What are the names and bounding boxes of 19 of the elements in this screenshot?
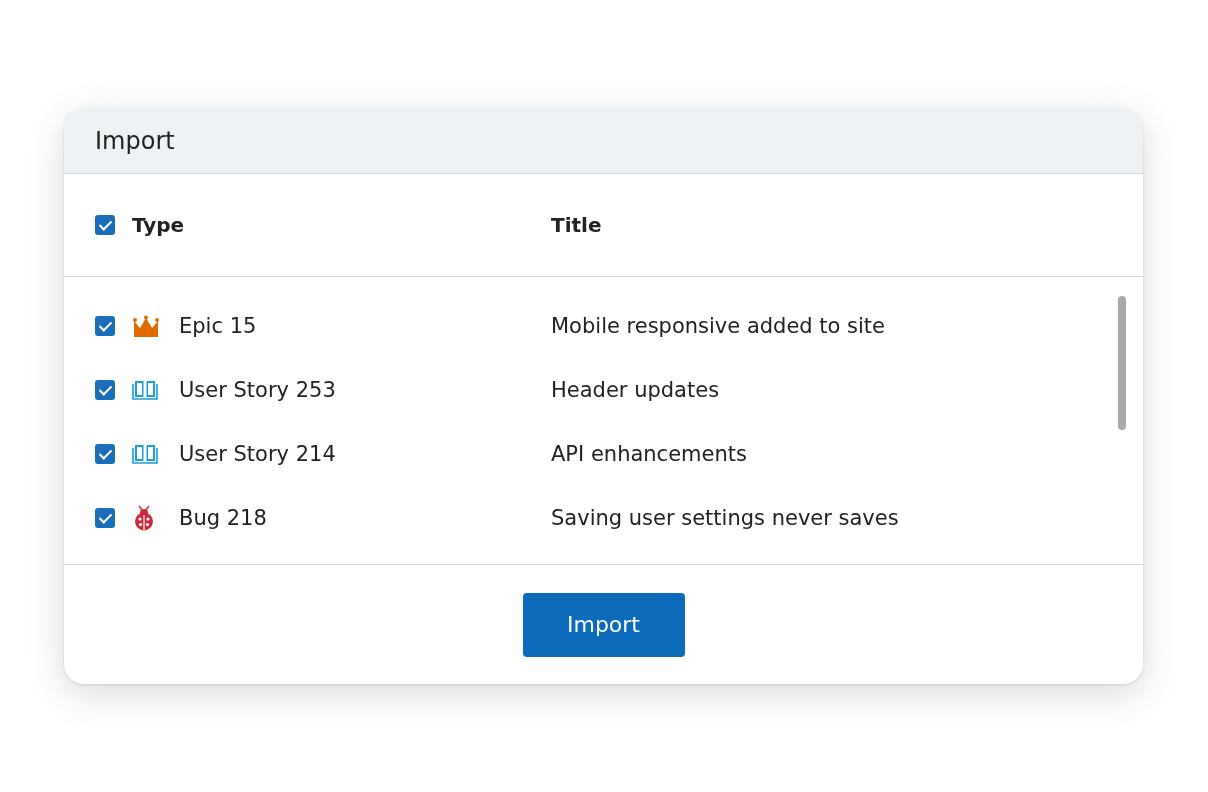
import-button[interactable]: Import (522, 592, 685, 657)
checkbox[interactable] (95, 444, 115, 464)
type-cell: Epic 15 (179, 314, 257, 338)
title-cell: API enhancements (551, 442, 747, 466)
dialog-title: Import (95, 126, 175, 155)
column-header[interactable]: Type (132, 213, 185, 237)
type-cell: User Story 214 (179, 442, 336, 466)
crown-icon (132, 315, 162, 337)
column-header[interactable]: Title (551, 213, 602, 237)
checkbox[interactable] (95, 508, 115, 528)
title-cell: Saving user settings never saves (551, 506, 899, 530)
type-cell: User Story 253 (179, 378, 336, 402)
title-cell: Header updates (551, 378, 720, 402)
scrollbar-thumb[interactable] (1118, 296, 1126, 430)
checkbox[interactable] (95, 380, 115, 400)
type-cell: Bug 218 (179, 506, 267, 530)
title-cell: Mobile responsive added to site (551, 314, 886, 338)
checkbox[interactable] (95, 316, 115, 336)
checkbox[interactable] (95, 215, 115, 235)
